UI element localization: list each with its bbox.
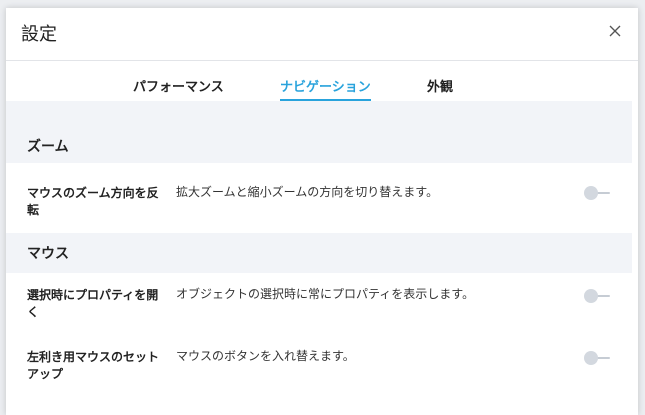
dialog-title: 設定 xyxy=(21,24,57,45)
setting-row-left-handed-mouse: 左利き用マウスのセットアップ マウスのボタンを入れ替えます。 xyxy=(6,335,632,397)
setting-label-invert-zoom: マウスのズーム方向を反転 xyxy=(27,186,159,217)
toggle-invert-zoom[interactable] xyxy=(584,186,612,200)
toggle-left-handed-mouse[interactable] xyxy=(584,351,612,365)
setting-row-open-properties: 選択時にプロパティを開く オブジェクトの選択時に常にプロパティを表示します。 xyxy=(6,273,632,335)
tab-appearance[interactable]: 外観 xyxy=(427,76,453,99)
close-button[interactable] xyxy=(606,22,624,40)
tab-performance[interactable]: パフォーマンス xyxy=(133,76,224,99)
settings-content: ズーム マウスのズーム方向を反転 拡大ズームと縮小ズームの方向を切り替えます。 … xyxy=(6,101,638,415)
setting-label-left-handed-mouse: 左利き用マウスのセットアップ xyxy=(27,350,160,381)
toggle-open-properties[interactable] xyxy=(584,289,612,303)
close-icon xyxy=(609,25,621,37)
setting-label-open-properties: 選択時にプロパティを開く xyxy=(27,288,159,319)
section-title-zoom: ズーム xyxy=(27,139,69,155)
tab-bar: パフォーマンス ナビゲーション 外観 xyxy=(6,61,638,102)
toggle-knob xyxy=(584,289,598,303)
settings-dialog: 設定 パフォーマンス ナビゲーション 外観 ズーム マウスのズーム方向を反転 拡… xyxy=(6,8,638,415)
setting-description-invert-zoom: 拡大ズームと縮小ズームの方向を切り替えます。 xyxy=(176,185,439,199)
section-title-mouse: マウス xyxy=(27,246,69,262)
setting-description-left-handed-mouse: マウスのボタンを入れ替えます。 xyxy=(176,349,355,363)
toggle-knob xyxy=(584,351,598,365)
section-header-mouse: マウス xyxy=(6,233,632,273)
tab-navigation[interactable]: ナビゲーション xyxy=(280,76,371,102)
setting-description-open-properties: オブジェクトの選択時に常にプロパティを表示します。 xyxy=(176,287,475,301)
section-header-zoom: ズーム xyxy=(6,101,632,163)
setting-row-invert-zoom: マウスのズーム方向を反転 拡大ズームと縮小ズームの方向を切り替えます。 xyxy=(6,163,632,233)
dialog-header: 設定 xyxy=(6,8,638,61)
toggle-knob xyxy=(584,186,598,200)
